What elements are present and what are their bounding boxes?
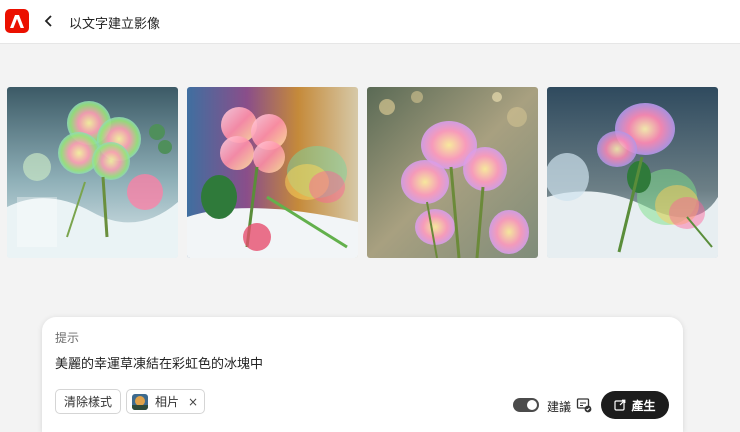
generate-label: 產生 bbox=[631, 398, 656, 413]
suggestions-label: 建議 bbox=[547, 400, 572, 414]
generate-icon bbox=[614, 399, 626, 411]
generated-image-4[interactable] bbox=[547, 87, 718, 258]
page-title: 以文字建立影像 bbox=[69, 17, 161, 32]
image-gallery bbox=[7, 87, 718, 258]
prompt-panel: 提示 美麗的幸運草凍結在彩虹色的冰塊中 清除樣式 相片 × 建議 產生 bbox=[42, 317, 683, 432]
suggestions-settings-icon[interactable] bbox=[576, 397, 592, 413]
prompt-input[interactable]: 美麗的幸運草凍結在彩虹色的冰塊中 bbox=[55, 353, 263, 372]
generate-button[interactable]: 產生 bbox=[601, 391, 669, 419]
generated-image-2[interactable] bbox=[187, 87, 358, 258]
chevron-left-icon[interactable] bbox=[40, 11, 58, 31]
top-bar: 以文字建立影像 bbox=[0, 0, 740, 44]
generated-image-1[interactable] bbox=[7, 87, 178, 258]
prompt-label: 提示 bbox=[55, 331, 80, 345]
suggestions-toggle[interactable] bbox=[513, 398, 539, 412]
clear-styles-button[interactable]: 清除樣式 bbox=[55, 389, 122, 414]
style-chip-label: 相片 bbox=[155, 395, 180, 409]
adobe-logo-icon[interactable] bbox=[5, 9, 29, 33]
style-chip-photo: 相片 × bbox=[126, 389, 206, 414]
generated-image-3[interactable] bbox=[367, 87, 538, 258]
close-icon[interactable]: × bbox=[188, 395, 198, 409]
photo-style-thumbnail bbox=[132, 393, 148, 410]
